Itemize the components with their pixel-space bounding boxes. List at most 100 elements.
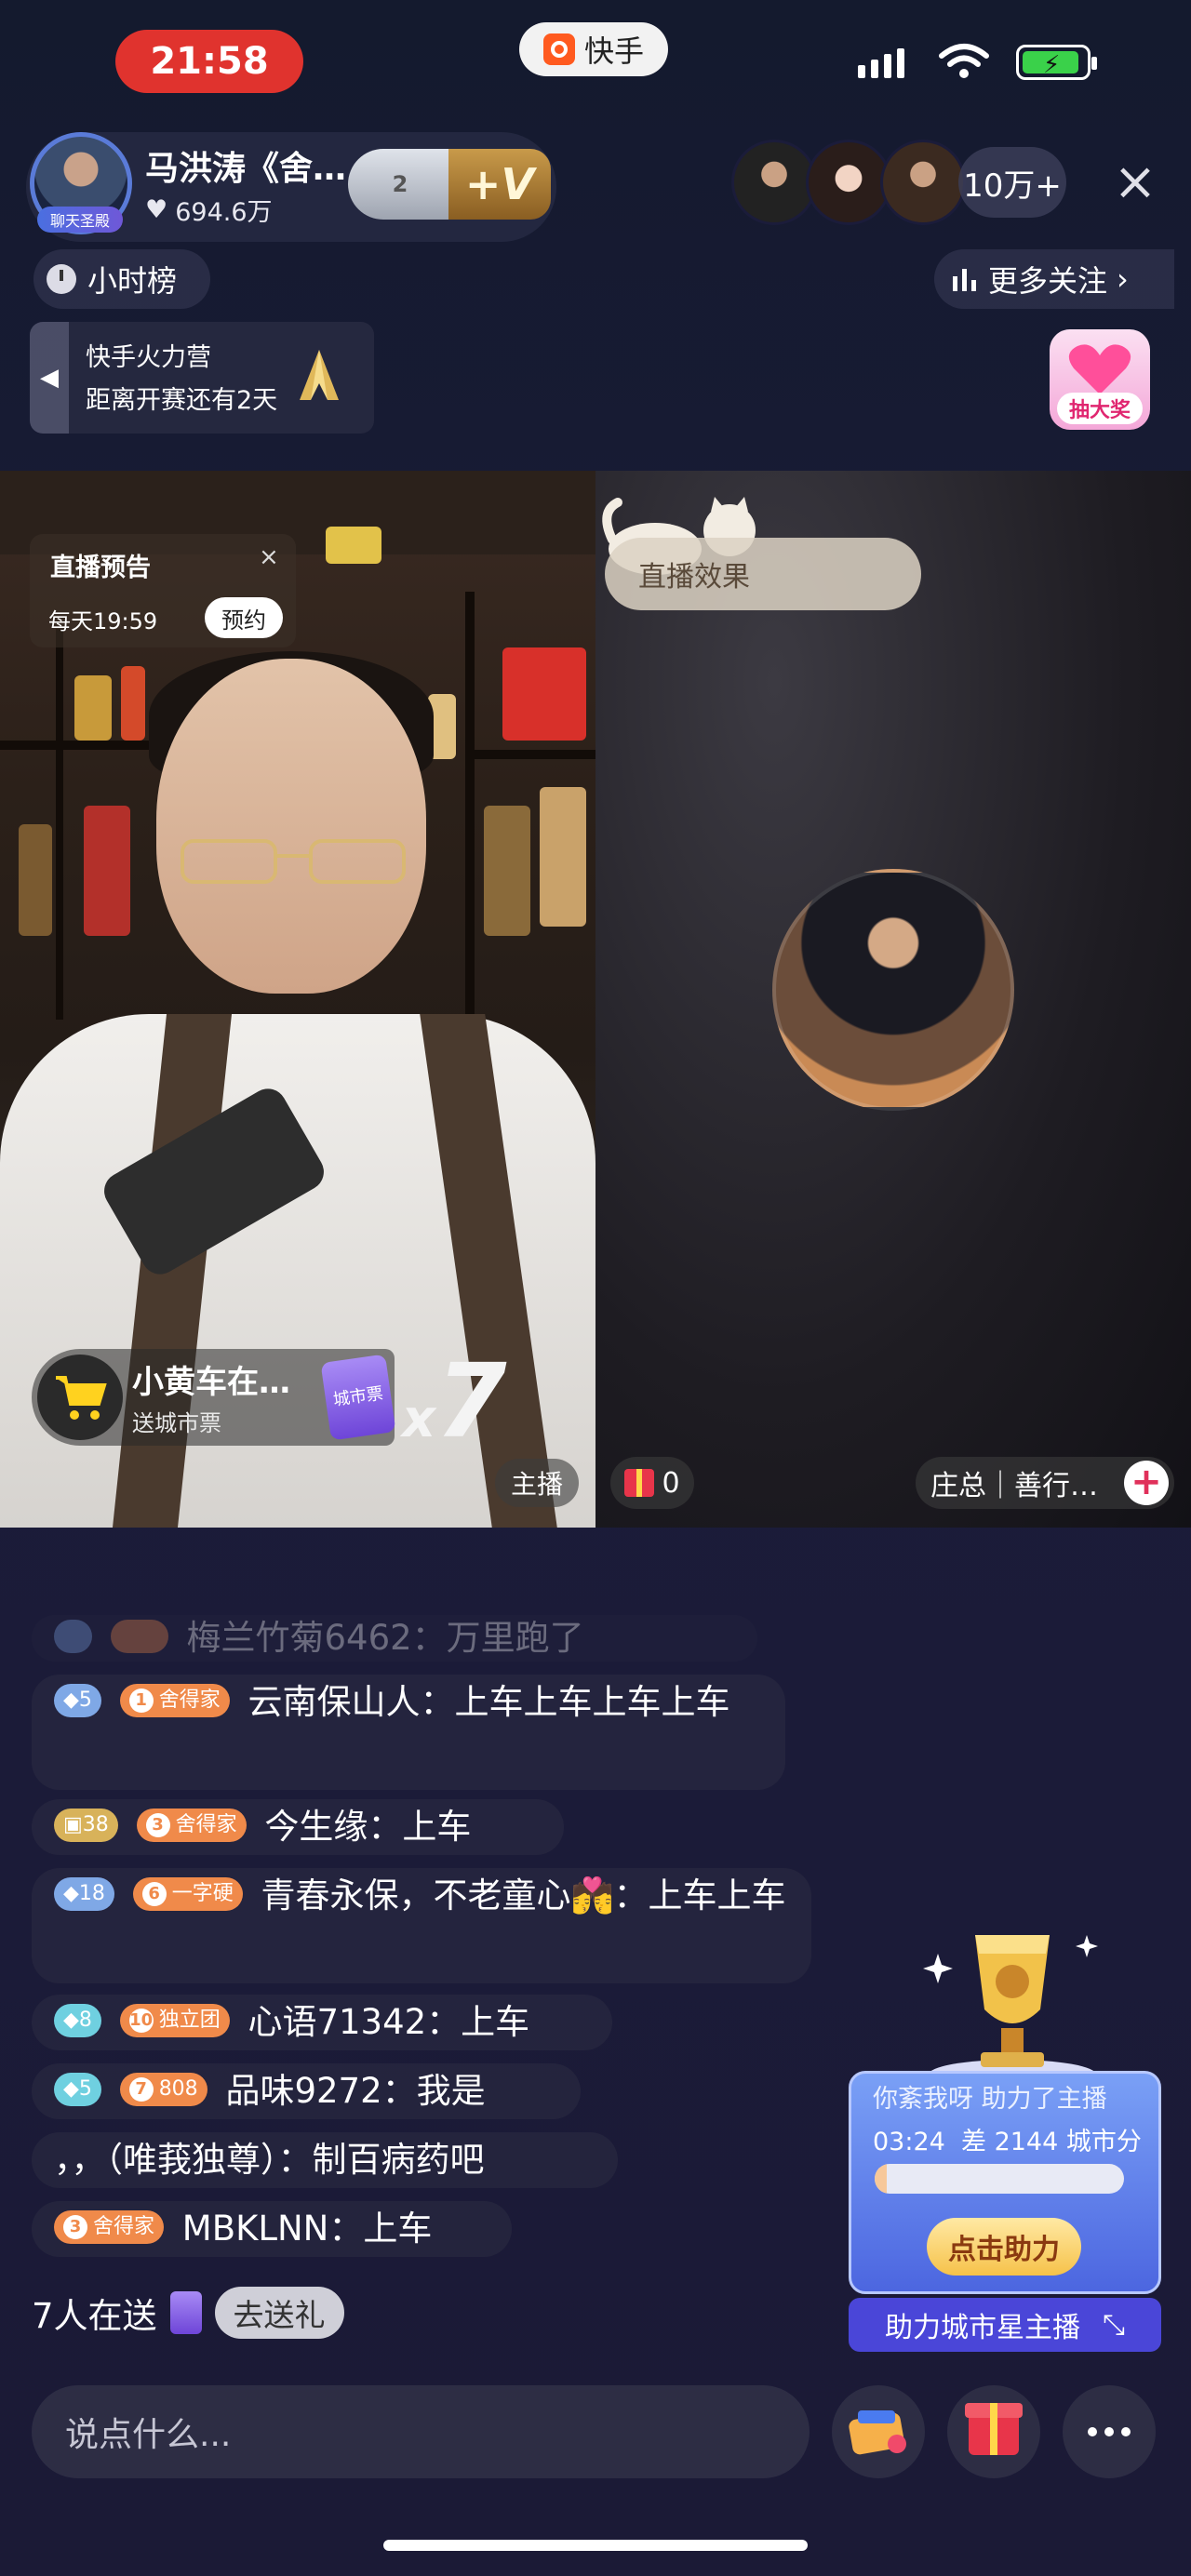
multiplier-x: x <box>402 1389 436 1449</box>
guest-gift-count[interactable]: 0 <box>610 1457 694 1509</box>
comment-text: MBKLNN：上车 <box>181 2209 433 2249</box>
follow-guest-button[interactable]: + <box>1124 1461 1169 1505</box>
live-preview-title: 直播预告 <box>50 554 151 582</box>
score-gap: 差 2144 城市分 <box>960 2128 1142 2156</box>
host-label: 主播 <box>495 1459 579 1507</box>
multiplier-count: 7 <box>435 1341 507 1461</box>
list-item[interactable]: ▣ 38 3 舍得家 今生缘：上车 <box>32 1799 564 1855</box>
level-badge: ◆ 18 <box>54 1876 114 1911</box>
kuaishou-logo-icon <box>542 33 575 65</box>
app-name: 快手 <box>583 33 644 69</box>
fan-level-badge[interactable]: 2 <box>348 149 452 220</box>
follow-button[interactable]: +V <box>448 149 551 220</box>
cart-icon[interactable] <box>37 1355 123 1440</box>
gift-sending-row: 7人在送 去送礼 <box>32 2283 344 2342</box>
cart-title: 小黄车在… <box>132 1364 290 1401</box>
home-indicator[interactable] <box>383 2540 808 2551</box>
fan-badge: 3 舍得家 <box>54 2209 165 2244</box>
comment-input[interactable]: 说点什么... <box>32 2385 810 2478</box>
city-ticket-icon: 城市票 <box>320 1354 396 1441</box>
viewer-avatar[interactable] <box>880 140 966 225</box>
level-badge: ◆ 5 <box>54 1683 101 1717</box>
likes-count: 694.6万 <box>175 198 273 227</box>
fan-badge: 1 舍得家 <box>119 1683 230 1717</box>
fan-badge: 10 独立团 <box>119 2003 230 2037</box>
hourly-rank-button[interactable]: 小时榜 <box>33 249 210 309</box>
list-item[interactable]: ◆ 8 10 独立团 心语71342：上车 <box>32 1995 612 2050</box>
chevron-right-icon: › <box>1117 261 1129 297</box>
comment-text: 青春永保，不老童心💏：上车上车 <box>261 1875 786 1915</box>
avatar-badge: 聊天圣殿 <box>37 207 123 233</box>
more-button[interactable] <box>1063 2385 1156 2478</box>
list-item[interactable]: ◆ 5 1 舍得家 云南保山人：上车上车上车上车 <box>32 1675 785 1790</box>
clock-icon <box>47 264 76 294</box>
level-badge <box>54 1619 92 1653</box>
list-item[interactable]: ，，（唯莪独尊）：制百病药吧 <box>32 2132 618 2188</box>
live-effect-button[interactable]: 直播效果 <box>605 538 921 610</box>
more-dots-icon <box>1088 2427 1131 2436</box>
fan-badge: 3 舍得家 <box>136 1808 247 1842</box>
send-gift-button[interactable]: 去送礼 <box>214 2287 344 2339</box>
comment-text: 心语71342：上车 <box>248 2002 530 2042</box>
more-follow-button[interactable]: 更多关注 › <box>934 249 1174 309</box>
gift-count-value: 0 <box>662 1466 680 1500</box>
reserve-button[interactable]: 预约 <box>205 597 283 638</box>
list-item[interactable]: ◆ 18 6 一字硬 青春永保，不老童心💏：上车上车 <box>32 1868 811 1983</box>
glasses <box>181 839 406 884</box>
trophy-icon <box>923 1935 1098 2089</box>
trophy-icon <box>300 350 339 400</box>
fan-badge: 7 808 <box>119 2072 207 2106</box>
popularity-ticket-button[interactable] <box>832 2385 925 2478</box>
list-item[interactable]: 3 舍得家 MBKLNN：上车 <box>32 2201 512 2257</box>
gift-button[interactable] <box>947 2385 1040 2478</box>
gift-icon <box>965 2403 1023 2455</box>
comment-text: 云南保山人：上车上车上车上车 <box>248 1682 730 1722</box>
level-badge: ▣ 38 <box>54 1808 118 1842</box>
fan-badge <box>110 1619 168 1653</box>
fire-camp-subtitle: 距离开赛还有2天 <box>86 386 278 415</box>
anchor-likes: ♥ 694.6万 <box>145 192 273 228</box>
help-button[interactable]: 点击助力 <box>927 2218 1081 2276</box>
app-indicator: 快手 <box>519 22 668 76</box>
comment-text: 品味9272：我是 <box>225 2071 486 2111</box>
gift-icon <box>624 1469 655 1497</box>
guest-avatar[interactable] <box>772 869 1014 1111</box>
help-status: 03:24 差 2144 城市分 <box>873 2121 1142 2157</box>
anchor-name[interactable]: 马洪涛《舍… <box>145 141 346 190</box>
help-message: 你紊我呀 助力了主播 <box>873 2085 1107 2114</box>
help-city-star-button[interactable]: 助力城市星主播 ⤡ <box>849 2298 1161 2352</box>
heart-icon: ♥ <box>145 195 168 224</box>
comment-text: 梅兰竹菊6462：万里跑了 <box>186 1618 584 1658</box>
close-icon[interactable]: × <box>259 543 279 571</box>
countdown: 03:24 <box>873 2128 945 2156</box>
more-follow-label: 更多关注 <box>988 263 1108 299</box>
senders-text: 7人在送 <box>32 2296 157 2336</box>
fan-level-number: 2 <box>392 171 408 197</box>
bar-chart-icon <box>953 269 976 291</box>
comment-text: ，，（唯莪独尊）：制百病药吧 <box>54 2140 485 2180</box>
collapse-arrow-icon[interactable]: ◀ <box>30 322 69 434</box>
ticket-icon <box>849 2410 906 2455</box>
help-progress-bar <box>875 2164 1124 2194</box>
viewer-count[interactable]: 10万+ <box>958 147 1066 218</box>
viewer-avatar[interactable] <box>806 140 891 225</box>
viewer-avatar[interactable] <box>731 140 817 225</box>
comment-text: 今生缘：上车 <box>264 1807 472 1847</box>
level-badge: ◆ 8 <box>54 2003 101 2037</box>
cellular-signal-icon <box>858 48 904 78</box>
wifi-icon <box>939 44 989 78</box>
minimize-icon[interactable]: ⤡ <box>1103 2309 1125 2342</box>
help-footer-label: 助力城市星主播 <box>885 2312 1080 2344</box>
battery-icon: ⚡ <box>1016 45 1097 80</box>
live-preview-time: 每天19:59 <box>48 608 158 634</box>
status-time: 21:58 <box>115 30 303 93</box>
gift-multiplier: x7 <box>402 1341 507 1461</box>
city-ticket-icon <box>169 2291 202 2334</box>
fan-badge: 6 一字硬 <box>132 1876 243 1911</box>
host-face <box>156 659 426 994</box>
lottery-label: 抽大奖 <box>1057 393 1143 424</box>
list-item[interactable]: 梅兰竹菊6462：万里跑了 <box>32 1615 757 1662</box>
close-icon[interactable]: × <box>1109 156 1161 208</box>
list-item[interactable]: ◆ 5 7 808 品味9272：我是 <box>32 2063 581 2119</box>
fire-camp-title: 快手火力营 <box>86 343 211 372</box>
